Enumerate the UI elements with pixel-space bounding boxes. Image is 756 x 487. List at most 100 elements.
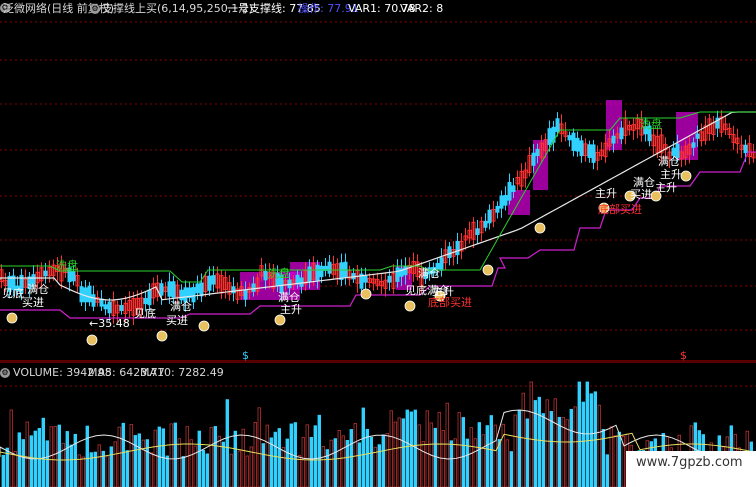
candle-body [535, 148, 540, 157]
candle-body [439, 257, 444, 271]
volume-bar [165, 455, 169, 487]
volume-bar [577, 381, 581, 487]
volume-bar [365, 428, 369, 487]
candle-body [363, 275, 368, 283]
volume-bar [309, 436, 313, 487]
volume-bar [405, 409, 409, 487]
candle-body [147, 289, 152, 306]
volume-bar [109, 446, 113, 487]
volume-bar [233, 430, 237, 487]
volume-bar [253, 422, 257, 487]
annotation-label: 见底 [134, 307, 156, 320]
volume-bar [241, 428, 245, 487]
volume-bar [153, 429, 157, 487]
indicator-settings-icon[interactable]: ⚙ [90, 4, 100, 14]
candle-body [455, 240, 460, 256]
volume-bar [121, 422, 125, 487]
annotation-label: 底部买进 [428, 296, 472, 309]
candle-body [507, 181, 512, 201]
volume-bar [125, 450, 129, 487]
volume-bar [117, 426, 121, 487]
annotation-label: 满仓 [418, 267, 440, 280]
volume-bar [321, 446, 325, 487]
volume-bar [249, 446, 253, 487]
volume-bar [501, 423, 505, 487]
volume-bar [69, 444, 73, 487]
volume-bar [257, 407, 261, 487]
volume-bar [129, 424, 133, 487]
volume-bar [281, 446, 285, 487]
candle-body [295, 274, 300, 285]
volume-bar [525, 418, 529, 487]
candle-body [103, 304, 108, 310]
annotation-label: 满仓 [658, 155, 680, 168]
volume-bar [45, 440, 49, 487]
candle-body [167, 281, 172, 297]
volume-bar [385, 433, 389, 487]
volume-bar [541, 413, 545, 487]
annotation-label: 买进 [22, 296, 44, 309]
volume-bar [181, 456, 185, 487]
volume-bar [545, 399, 549, 487]
annotation-label: 买进 [166, 314, 188, 327]
volume-bar [457, 412, 461, 487]
volume-bar [357, 442, 361, 487]
volume-bar [517, 409, 521, 487]
volume-bar [609, 426, 613, 487]
candle-body [207, 275, 212, 291]
volume-bar [421, 441, 425, 487]
volume-bar [133, 435, 137, 487]
annotation-label: 洗盘 [268, 267, 290, 280]
ma10-label: MA10: 7282.49 [140, 366, 224, 379]
candle-body [691, 142, 696, 148]
volume-bar [177, 438, 181, 487]
candle-body [199, 282, 204, 297]
volume-bar [13, 451, 17, 487]
candle-body [327, 261, 332, 274]
volume-bar [329, 439, 333, 487]
volume-bar [81, 456, 85, 487]
volume-bar [229, 453, 233, 487]
candle-body [119, 305, 124, 311]
candle-body [567, 135, 572, 141]
volume-bar [313, 425, 317, 487]
volume-bar [201, 449, 205, 487]
volume-bar [449, 440, 453, 487]
volume-bar [437, 411, 441, 487]
annotation-label: 买进 [630, 188, 652, 201]
annotation-label: 底部买进 [598, 203, 642, 216]
volume-bar [557, 416, 561, 487]
volume-bar [209, 427, 213, 487]
candle-body [511, 185, 516, 192]
volume-bar [57, 424, 61, 487]
volume-bar [317, 414, 321, 487]
volume-bar [393, 421, 397, 487]
candle-body [395, 267, 400, 282]
volume-bar [1, 454, 5, 487]
volume-settings-icon[interactable]: ⚙ [0, 368, 10, 378]
candle-body [503, 195, 508, 206]
volume-bar [53, 425, 57, 487]
volume-bar [617, 431, 621, 487]
volume-bar [433, 427, 437, 487]
volume-bar [261, 443, 265, 487]
volume-bar [473, 438, 477, 487]
volume-bar [505, 439, 509, 487]
candle-body [483, 220, 488, 228]
volume-bar [493, 424, 497, 487]
moving-average-line [0, 111, 756, 301]
volume-bar [521, 392, 525, 487]
volume-bar [509, 451, 513, 487]
volume-bar [445, 402, 449, 487]
volume-bar [29, 435, 33, 487]
volume-bar [25, 421, 29, 487]
annotation-label: 主升 [655, 181, 677, 194]
volume-bar [189, 439, 193, 487]
volume-bar [481, 434, 485, 487]
candle-body [499, 195, 504, 209]
volume-bar [197, 430, 201, 487]
volume-bar [169, 423, 173, 487]
kline-chart-window[interactable]: ⚙ 泛微网络(日线 前复权) ⚙ 支撑线上买(6,14,95,250,1,2) … [0, 0, 756, 487]
coin-marker-icon [360, 288, 372, 300]
volume-bar [409, 411, 413, 487]
